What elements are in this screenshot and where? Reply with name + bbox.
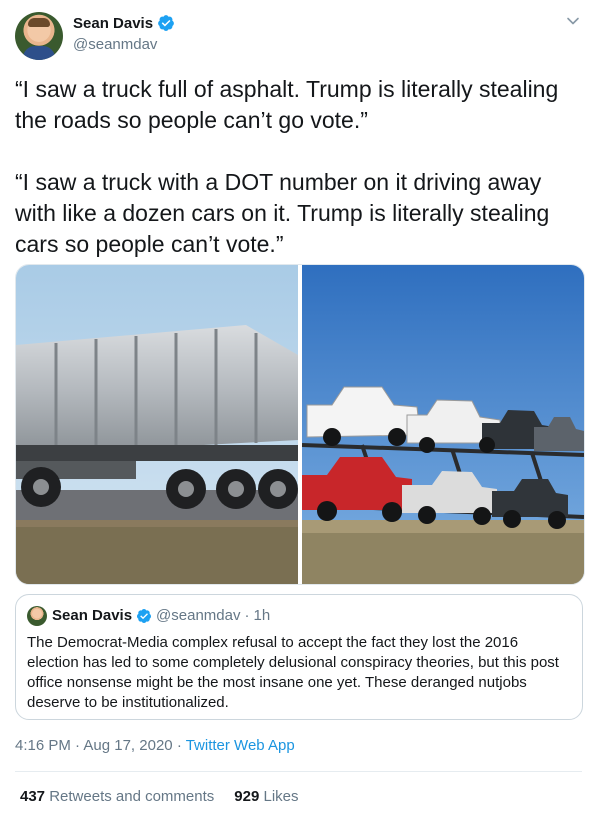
meta-separator: · — [176, 737, 182, 754]
tweet-meta: 4:16 PM · Aug 17, 2020 · Twitter Web App — [15, 737, 295, 754]
meta-separator: · — [75, 737, 81, 754]
quoted-header: Sean Davis @seanmdav · 1h — [52, 607, 270, 624]
verified-badge-icon — [137, 608, 152, 623]
author-name-row[interactable]: Sean Davis — [73, 14, 175, 32]
car-carrier-image — [302, 265, 584, 584]
tweet-header: Sean Davis @seanmdav — [15, 12, 582, 60]
quoted-author-avatar — [27, 606, 47, 626]
tweet-source-link[interactable]: Twitter Web App — [186, 737, 295, 754]
retweets-count: 437 — [20, 788, 46, 805]
author-name[interactable]: Sean Davis — [73, 15, 153, 32]
avatar-hair — [28, 18, 50, 27]
quoted-tweet-text: The Democrat-Media complex refusal to ac… — [27, 634, 559, 711]
chevron-down-icon[interactable] — [566, 14, 580, 28]
asphalt-truck-image — [16, 265, 298, 584]
tweet-time[interactable]: 4:16 PM — [15, 737, 71, 754]
quoted-timestamp: 1h — [253, 607, 271, 624]
tweet-text: “I saw a truck full of asphalt. Trump is… — [15, 76, 559, 257]
tweet-date[interactable]: Aug 17, 2020 — [83, 737, 172, 754]
retweets-stat[interactable]: 437 Retweets and comments — [20, 788, 214, 805]
quoted-author-name: Sean Davis — [52, 607, 133, 624]
likes-count: 929 — [234, 788, 260, 805]
likes-stat[interactable]: 929 Likes — [234, 788, 298, 805]
quoted-tweet[interactable]: Sean Davis @seanmdav · 1h The Democrat-M… — [15, 594, 583, 720]
author-handle[interactable]: @seanmdav — [73, 36, 157, 53]
likes-label: Likes — [263, 788, 299, 805]
divider — [15, 771, 582, 772]
car-carrier-photo[interactable] — [302, 265, 584, 584]
retweets-label: Retweets and comments — [49, 788, 215, 805]
verified-badge-icon — [158, 15, 174, 31]
quoted-author-handle: @seanmdav — [156, 607, 241, 624]
author-avatar[interactable] — [15, 12, 63, 60]
quoted-separator: · — [244, 607, 250, 624]
avatar-shirt — [23, 46, 55, 60]
tweet-stats: 437 Retweets and comments 929 Likes — [20, 788, 299, 805]
asphalt-truck-photo[interactable] — [16, 265, 298, 584]
tweet-media — [15, 264, 585, 585]
